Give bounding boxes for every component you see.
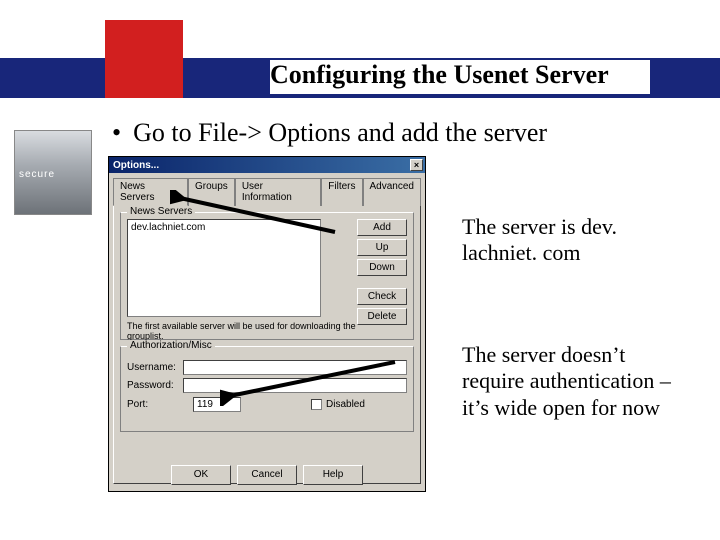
check-button[interactable]: Check bbox=[357, 288, 407, 305]
port-label: Port: bbox=[127, 399, 183, 410]
tab-groups[interactable]: Groups bbox=[188, 178, 235, 206]
close-icon[interactable]: × bbox=[410, 159, 423, 171]
bullet-line: • Go to File-> Options and add the server bbox=[112, 118, 547, 148]
server-list[interactable]: dev.lachniet.com bbox=[127, 219, 321, 317]
group-authorization: Username: Password: Port: 119 Disabled bbox=[120, 346, 414, 432]
server-hint-text: The first available server will be used … bbox=[127, 321, 377, 341]
up-button[interactable]: Up bbox=[357, 239, 407, 256]
username-label: Username: bbox=[127, 362, 183, 373]
tab-user-information[interactable]: User Information bbox=[235, 178, 321, 206]
tab-news-servers[interactable]: News Servers bbox=[113, 178, 188, 206]
add-button[interactable]: Add bbox=[357, 219, 407, 236]
annotation-server: The server is dev. lachniet. com bbox=[462, 214, 662, 267]
secure-badge-text: secure bbox=[19, 169, 55, 180]
dialog-tabs: News Servers Groups User Information Fil… bbox=[113, 177, 421, 206]
tab-body: dev.lachniet.com Add Up Down Check Delet… bbox=[113, 206, 421, 484]
bullet-dot: • bbox=[112, 118, 121, 147]
bullet-text: Go to File-> Options and add the server bbox=[133, 118, 547, 147]
username-field[interactable] bbox=[183, 360, 407, 375]
logo-square bbox=[105, 20, 183, 98]
server-list-item[interactable]: dev.lachniet.com bbox=[131, 222, 317, 233]
spacer bbox=[357, 279, 407, 285]
down-button[interactable]: Down bbox=[357, 259, 407, 276]
password-field[interactable] bbox=[183, 378, 407, 393]
password-label: Password: bbox=[127, 380, 183, 391]
disabled-label: Disabled bbox=[326, 399, 365, 410]
dialog-titlebar[interactable]: Options... × bbox=[109, 157, 425, 173]
port-field[interactable]: 119 bbox=[193, 397, 241, 412]
secure-badge-image: secure bbox=[14, 130, 92, 215]
group-news-servers: dev.lachniet.com Add Up Down Check Delet… bbox=[120, 212, 414, 340]
help-button[interactable]: Help bbox=[303, 465, 363, 485]
tab-advanced[interactable]: Advanced bbox=[363, 178, 421, 206]
annotation-auth: The server doesn’t require authenticatio… bbox=[462, 342, 672, 421]
slide-title: Configuring the Usenet Server bbox=[270, 60, 650, 94]
ok-button[interactable]: OK bbox=[171, 465, 231, 485]
dialog-title: Options... bbox=[113, 160, 159, 171]
disabled-checkbox[interactable]: Disabled bbox=[311, 399, 365, 410]
options-dialog: Options... × News Servers Groups User In… bbox=[108, 156, 426, 492]
tab-filters[interactable]: Filters bbox=[321, 178, 362, 206]
dialog-button-row: OK Cancel Help bbox=[109, 465, 425, 485]
checkbox-icon bbox=[311, 399, 322, 410]
server-button-column: Add Up Down Check Delete bbox=[357, 219, 407, 325]
cancel-button[interactable]: Cancel bbox=[237, 465, 297, 485]
